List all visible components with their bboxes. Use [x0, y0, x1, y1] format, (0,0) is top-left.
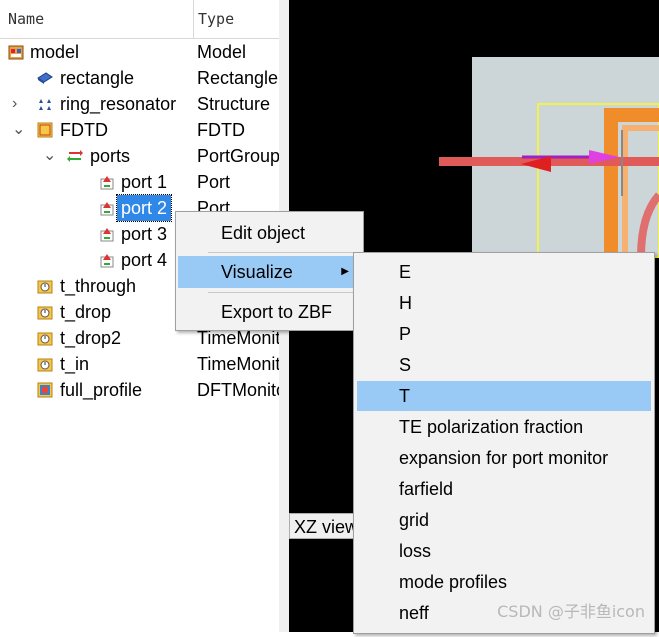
visualize-submenu: E H P S T TE polarization fraction expan… [353, 252, 655, 634]
submenu-item-s[interactable]: S [357, 350, 651, 380]
tree-item-label: t_drop2 [60, 328, 122, 348]
submenu-item-farfield[interactable]: farfield [357, 474, 651, 504]
tree-item-label: port 4 [121, 250, 168, 270]
tree-item-type: Structure [197, 94, 271, 114]
model-icon [8, 45, 24, 60]
submenu-item-label: grid [399, 510, 430, 530]
tree-item-type: PortGroup [197, 146, 279, 166]
xz-view-button[interactable]: XZ view [289, 513, 359, 539]
tree-item-label: model [30, 42, 80, 62]
tree-item-label: FDTD [60, 120, 108, 140]
tree-item-label: ports [90, 146, 131, 166]
submenu-item-label: loss [399, 541, 432, 561]
submenu-item-p[interactable]: P [357, 319, 651, 349]
tree-row-model[interactable]: model Model [0, 39, 279, 65]
context-menu: Edit object Visualize ▶ Export to ZBF [175, 211, 364, 331]
submenu-item-h[interactable]: H [357, 288, 651, 318]
collapse-arrow-icon[interactable]: ⌄ [43, 146, 57, 166]
submenu-item-mode-profiles[interactable]: mode profiles [357, 567, 651, 597]
menu-separator [208, 292, 356, 293]
tree-item-label: t_in [60, 354, 90, 374]
submenu-item-label: H [399, 293, 412, 313]
tree-row-rectangle[interactable]: rectangle Rectangle [0, 65, 279, 91]
submenu-arrow-icon: ▶ [341, 266, 349, 277]
time-monitor-icon [37, 358, 53, 372]
port-group-icon [67, 150, 83, 162]
column-separator[interactable] [193, 0, 194, 38]
menu-separator [208, 252, 356, 253]
tree-item-label: port 2 [115, 194, 173, 222]
submenu-item-e[interactable]: E [357, 257, 651, 287]
submenu-item-label: P [399, 324, 412, 344]
port-icon [100, 202, 114, 216]
tree-item-label: port 1 [121, 172, 168, 192]
submenu-item-label: TE polarization fraction [399, 417, 584, 437]
menu-item-label: Visualize [221, 262, 293, 282]
fdtd-icon [37, 122, 53, 138]
menu-item-visualize[interactable]: Visualize ▶ [178, 256, 361, 288]
tree-row-port-1[interactable]: port 1 Port [0, 169, 279, 195]
column-header-name[interactable]: Name [8, 0, 44, 38]
tree-header: Name Type [0, 0, 279, 39]
time-monitor-icon [37, 280, 53, 294]
submenu-item-label: neff [399, 603, 429, 623]
dft-monitor-icon [37, 382, 53, 398]
tree-item-label: t_through [60, 276, 137, 296]
tree-item-label: rectangle [60, 68, 135, 88]
tree-row-ports[interactable]: ⌄ ports PortGroup [0, 143, 279, 169]
submenu-item-label: mode profiles [399, 572, 508, 592]
tree-row-t-in[interactable]: t_in TimeMonitor [0, 351, 279, 377]
submenu-item-loss[interactable]: loss [357, 536, 651, 566]
structure-group-icon [39, 99, 51, 110]
collapse-arrow-icon[interactable]: ⌄ [12, 120, 26, 140]
expand-arrow-icon[interactable]: › [12, 94, 26, 114]
view-bottom-strip [289, 540, 359, 632]
port-icon [100, 254, 114, 268]
object-tree-panel: Name Type model Model rectangle Rectangl… [0, 0, 280, 400]
submenu-item-expansion-for-port-monitor[interactable]: expansion for port monitor [357, 443, 651, 473]
tree-item-type: FDTD [197, 120, 245, 140]
rectangle-icon [37, 72, 53, 84]
tree-row-fdtd[interactable]: ⌄ FDTD FDTD [0, 117, 279, 143]
tree-panel-empty-area [0, 400, 279, 632]
submenu-item-grid[interactable]: grid [357, 505, 651, 535]
tree-item-type: TimeMonitor [197, 354, 279, 374]
submenu-item-t[interactable]: T [357, 381, 651, 411]
menu-item-edit-object[interactable]: Edit object [178, 217, 361, 249]
menu-item-label: Export to ZBF [221, 302, 333, 322]
submenu-item-label: E [399, 262, 412, 282]
port-icon [100, 228, 114, 242]
port-icon [100, 176, 114, 190]
tree-item-label: port 3 [121, 224, 168, 244]
time-monitor-icon [37, 332, 53, 346]
time-monitor-icon [37, 306, 53, 320]
tree-item-label: t_drop [60, 302, 112, 322]
submenu-item-label: farfield [399, 479, 454, 499]
tree-row-ring-resonator[interactable]: › ring_resonator Structure [0, 91, 279, 117]
tree-item-type: Model [197, 42, 247, 62]
submenu-item-label: S [399, 355, 412, 375]
menu-item-label: Edit object [221, 223, 306, 243]
tree-item-type: Port [197, 172, 231, 192]
submenu-item-label: expansion for port monitor [399, 448, 609, 468]
tree-item-type: Rectangle [197, 68, 279, 88]
watermark-text: CSDN @子非鱼icon [497, 602, 645, 621]
submenu-item-label: T [399, 386, 410, 406]
tree-item-label: ring_resonator [60, 94, 177, 114]
menu-item-export-to-zbf[interactable]: Export to ZBF [178, 296, 361, 328]
submenu-item-te-polarization-fraction[interactable]: TE polarization fraction [357, 412, 651, 442]
column-header-type[interactable]: Type [198, 0, 234, 38]
